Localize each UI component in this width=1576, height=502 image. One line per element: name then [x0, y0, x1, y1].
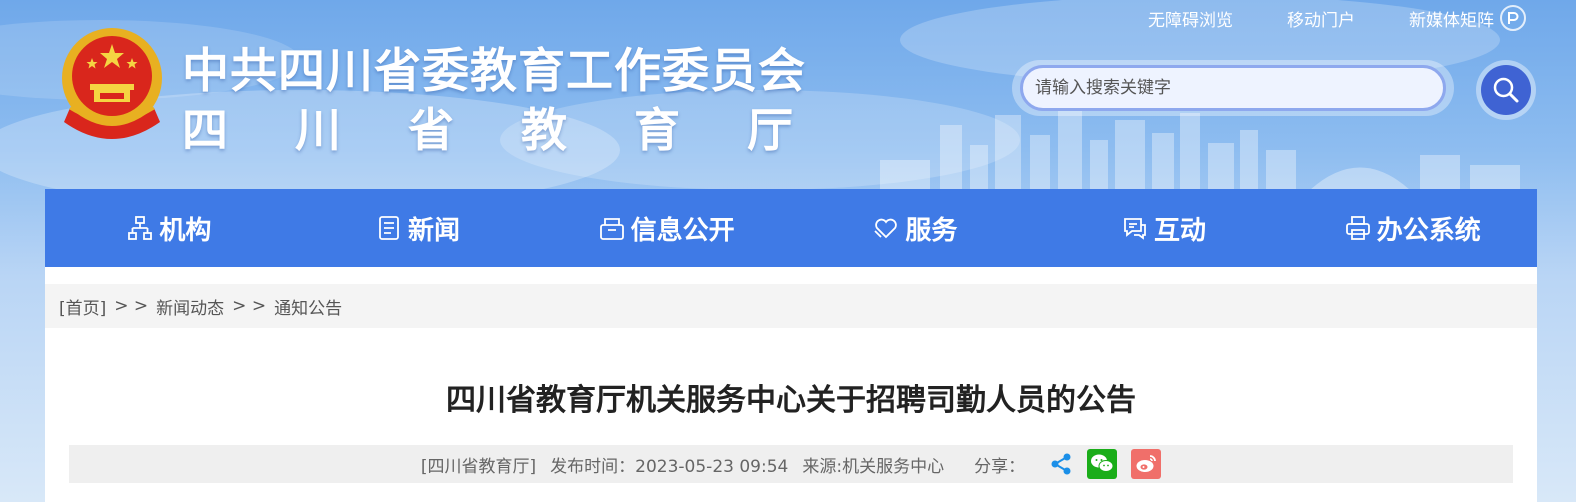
wechat-share-button[interactable]: [1087, 449, 1118, 479]
nav-item-interact[interactable]: 互动: [1040, 189, 1289, 267]
nav-label-news: 新闻: [408, 215, 461, 246]
nav-label-info-open: 信息公开: [630, 215, 735, 246]
site-header: 无障碍浏览 移动门户 新媒体矩阵 中共四川省委教育工作委员会 四川省教育厅: [0, 0, 1576, 190]
article-content: [首页] > > 新闻动态 > > 通知公告 四川省教育厅机关服务中心关于招聘司…: [45, 267, 1537, 502]
new-media-link[interactable]: 新媒体矩阵: [1409, 5, 1526, 31]
search-box: [1012, 60, 1454, 116]
national-emblem-logo: [62, 28, 162, 139]
site-title: 中共四川省委教育工作委员会: [182, 44, 806, 99]
breadcrumb: [首页] > > 新闻动态 > > 通知公告: [45, 284, 1537, 328]
nav-label-interact: 互动: [1154, 215, 1207, 246]
weibo-icon: [1136, 455, 1156, 472]
publish-time: 发布时间：2023-05-23 09:54: [550, 456, 789, 477]
share-label: 分享：: [974, 456, 1026, 477]
nav-label-office: 办公系统: [1376, 215, 1481, 246]
search-icon: [1493, 77, 1519, 103]
wechat-icon: [1091, 454, 1114, 472]
top-links: 无障碍浏览 移动门户 新媒体矩阵: [1148, 5, 1526, 31]
breadcrumb-notice[interactable]: 通知公告: [274, 294, 342, 319]
nav-label-org: 机构: [159, 215, 212, 246]
org-chart-icon: [128, 216, 153, 240]
new-media-label: 新媒体矩阵: [1409, 10, 1494, 31]
new-media-icon: [1500, 5, 1526, 31]
nav-item-service[interactable]: 服务: [791, 189, 1040, 267]
breadcrumb-home[interactable]: [首页]: [59, 294, 106, 319]
city-skyline-illustration: [880, 110, 1520, 190]
weibo-share-button[interactable]: [1131, 449, 1162, 479]
nav-item-news[interactable]: 新闻: [294, 189, 543, 267]
news-icon: [379, 216, 399, 240]
share-button[interactable]: [1049, 452, 1073, 476]
share-icon: [1051, 453, 1071, 475]
source-tag: [四川省教育厅]: [420, 456, 537, 477]
nav-item-org[interactable]: 机构: [45, 189, 294, 267]
main-nav: 机构 新闻 信息公开 服务 互动 办公系统: [45, 189, 1537, 267]
printer-icon: [1345, 216, 1370, 240]
heart-hand-icon: [874, 218, 898, 239]
info-open-icon: [599, 218, 624, 240]
breadcrumb-news[interactable]: 新闻动态: [156, 294, 224, 319]
nav-label-service: 服务: [905, 215, 958, 246]
mobile-portal-link[interactable]: 移动门户: [1287, 5, 1355, 31]
accessibility-link[interactable]: 无障碍浏览: [1148, 5, 1233, 31]
article-source: 来源:机关服务中心: [802, 456, 945, 477]
nav-item-info-open[interactable]: 信息公开: [542, 189, 791, 267]
share-buttons: [1049, 449, 1162, 479]
nav-item-office[interactable]: 办公系统: [1288, 189, 1537, 267]
site-subtitle: 四川省教育厅: [182, 103, 860, 157]
article-meta: [四川省教育厅] 发布时间：2023-05-23 09:54 来源:机关服务中心…: [69, 445, 1513, 483]
breadcrumb-separator: > >: [232, 296, 267, 316]
article-title: 四川省教育厅机关服务中心关于招聘司勤人员的公告: [446, 383, 1136, 418]
breadcrumb-separator: > >: [114, 296, 149, 316]
chat-icon: [1124, 218, 1146, 240]
search-button[interactable]: [1476, 60, 1536, 120]
search-input[interactable]: [1020, 65, 1446, 111]
